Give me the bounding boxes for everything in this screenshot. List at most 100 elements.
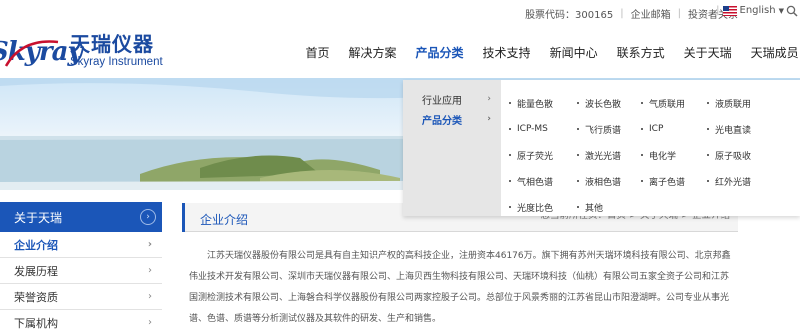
chevron-right-icon: › xyxy=(148,291,152,302)
product-label: 电化学 xyxy=(649,151,677,162)
product-link[interactable]: 原子吸收 xyxy=(707,142,777,168)
sidebar-item-honors[interactable]: 荣誉资质 › xyxy=(0,284,162,310)
product-link[interactable]: 红外光谱 xyxy=(707,168,777,194)
product-label: 飞行质谱 xyxy=(585,125,622,136)
product-link[interactable]: ICP xyxy=(641,116,707,142)
bullet-icon xyxy=(641,180,643,182)
chevron-right-icon: › xyxy=(148,317,152,328)
chevron-right-icon: › xyxy=(487,114,491,124)
us-flag-icon xyxy=(722,5,737,16)
bullet-icon xyxy=(641,102,643,104)
product-label: 原子荧光 xyxy=(517,151,554,162)
product-label: 能量色散 xyxy=(517,99,554,110)
sidebar-item-history[interactable]: 发展历程 › xyxy=(0,258,162,284)
bullet-icon xyxy=(509,180,511,182)
product-link[interactable]: 其他 xyxy=(577,194,641,220)
products-dropdown-menu: 行业应用 › 产品分类 › 能量色散 波长色散 气质联用 液质联用 ICP-MS… xyxy=(403,80,800,216)
main-nav: 首页 解决方案 产品分类 技术支持 新闻中心 联系方式 关于天瑞 天瑞成员 xyxy=(296,44,800,61)
nav-products[interactable]: 产品分类 xyxy=(406,44,473,61)
sidebar-item-label: 企业介绍 xyxy=(14,238,58,252)
sidebar-title: 关于天瑞 xyxy=(14,210,63,225)
nav-home[interactable]: 首页 xyxy=(296,44,339,61)
sidebar-item-label: 发展历程 xyxy=(14,264,58,278)
product-link[interactable]: 电化学 xyxy=(641,142,707,168)
circle-arrow-icon: › xyxy=(140,209,156,225)
product-label: 离子色谱 xyxy=(649,177,686,188)
product-link[interactable]: 液相色谱 xyxy=(577,168,641,194)
sidebar-item-subsidiaries[interactable]: 下属机构 › xyxy=(0,310,162,334)
logo-english-name: Skyray Instrument xyxy=(70,56,163,68)
product-label: 液质联用 xyxy=(715,99,752,110)
product-label: 激光光谱 xyxy=(585,151,622,162)
bullet-icon xyxy=(707,102,709,104)
bullet-icon xyxy=(509,102,511,104)
chevron-right-icon: › xyxy=(148,265,152,276)
product-link[interactable]: 气质联用 xyxy=(641,90,707,116)
nav-support[interactable]: 技术支持 xyxy=(473,44,540,61)
product-label: 气相色谱 xyxy=(517,177,554,188)
product-link[interactable]: 光电直读 xyxy=(707,116,777,142)
product-label: 气质联用 xyxy=(649,99,686,110)
product-link[interactable]: 离子色谱 xyxy=(641,168,707,194)
product-link[interactable]: 液质联用 xyxy=(707,90,777,116)
product-label: 波长色散 xyxy=(585,99,622,110)
category-label: 产品分类 xyxy=(422,115,462,127)
logo-swoosh-icon xyxy=(4,40,59,67)
product-label: 其他 xyxy=(585,203,604,214)
bullet-icon xyxy=(707,154,709,156)
product-label: 光度比色 xyxy=(517,203,554,214)
product-label: 红外光谱 xyxy=(715,177,752,188)
bullet-icon xyxy=(577,102,579,104)
bullet-icon xyxy=(641,128,643,130)
search-icon[interactable] xyxy=(786,5,798,17)
logo-chinese-name: 天瑞仪器 xyxy=(70,32,154,56)
bullet-icon xyxy=(707,128,709,130)
sidebar-item-label: 荣誉资质 xyxy=(14,290,58,304)
site-header: Skyray 天瑞仪器 Skyray Instrument 首页 解决方案 产品… xyxy=(0,26,800,78)
bullet-icon xyxy=(509,206,511,208)
title-accent-bar xyxy=(182,203,185,232)
category-industry-application[interactable]: 行业应用 › xyxy=(403,89,501,109)
nav-news[interactable]: 新闻中心 xyxy=(540,44,607,61)
site-logo[interactable]: Skyray 天瑞仪器 Skyray Instrument xyxy=(0,32,163,72)
product-link[interactable]: 波长色散 xyxy=(577,90,641,116)
bullet-icon xyxy=(509,128,511,130)
bullet-icon xyxy=(577,128,579,130)
product-link[interactable]: 能量色散 xyxy=(509,90,577,116)
bullet-icon xyxy=(577,180,579,182)
nav-contact[interactable]: 联系方式 xyxy=(607,44,674,61)
nav-solutions[interactable]: 解决方案 xyxy=(339,44,406,61)
bullet-icon xyxy=(577,206,579,208)
divider: | xyxy=(716,5,720,16)
product-link[interactable]: 气相色谱 xyxy=(509,168,577,194)
stock-code: 股票代码：300165 xyxy=(525,10,614,21)
product-link[interactable]: ICP-MS xyxy=(509,116,577,142)
caret-down-icon: ▼ xyxy=(778,6,784,15)
product-link[interactable]: 光度比色 xyxy=(509,194,577,220)
category-product-classification[interactable]: 产品分类 › xyxy=(403,109,501,129)
page-title: 企业介绍 xyxy=(200,213,249,227)
bullet-icon xyxy=(509,154,511,156)
bullet-icon xyxy=(577,154,579,156)
bullet-icon xyxy=(641,154,643,156)
nav-about[interactable]: 关于天瑞 xyxy=(674,44,741,61)
product-link[interactable]: 原子荧光 xyxy=(509,142,577,168)
language-label: English xyxy=(739,5,776,16)
sidebar-item-company-intro[interactable]: 企业介绍 › xyxy=(0,232,162,258)
product-label: ICP xyxy=(649,124,664,134)
nav-members[interactable]: 天瑞成员 xyxy=(741,44,800,61)
top-utility-bar: 股票代码：300165 | 企业邮箱 | 投资者关系 | English ▼ xyxy=(0,0,800,26)
mailbox-link[interactable]: 企业邮箱 xyxy=(631,6,671,21)
product-label: 液相色谱 xyxy=(585,177,622,188)
chevron-right-icon: › xyxy=(487,94,491,104)
language-switch[interactable]: | English ▼ xyxy=(716,5,784,16)
bullet-icon xyxy=(707,180,709,182)
dropdown-category-list: 行业应用 › 产品分类 › xyxy=(403,80,501,216)
logo-wordmark: 天瑞仪器 Skyray Instrument xyxy=(70,33,190,69)
product-link[interactable]: 激光光谱 xyxy=(577,142,641,168)
product-link[interactable]: 飞行质谱 xyxy=(577,116,641,142)
chevron-right-icon: › xyxy=(147,239,152,250)
intro-paragraph: 江苏天瑞仪器股份有限公司是具有自主知识产权的高科技企业，注册资本46176万。旗… xyxy=(189,251,731,324)
divider: | xyxy=(677,8,681,19)
product-label: 原子吸收 xyxy=(715,151,752,162)
